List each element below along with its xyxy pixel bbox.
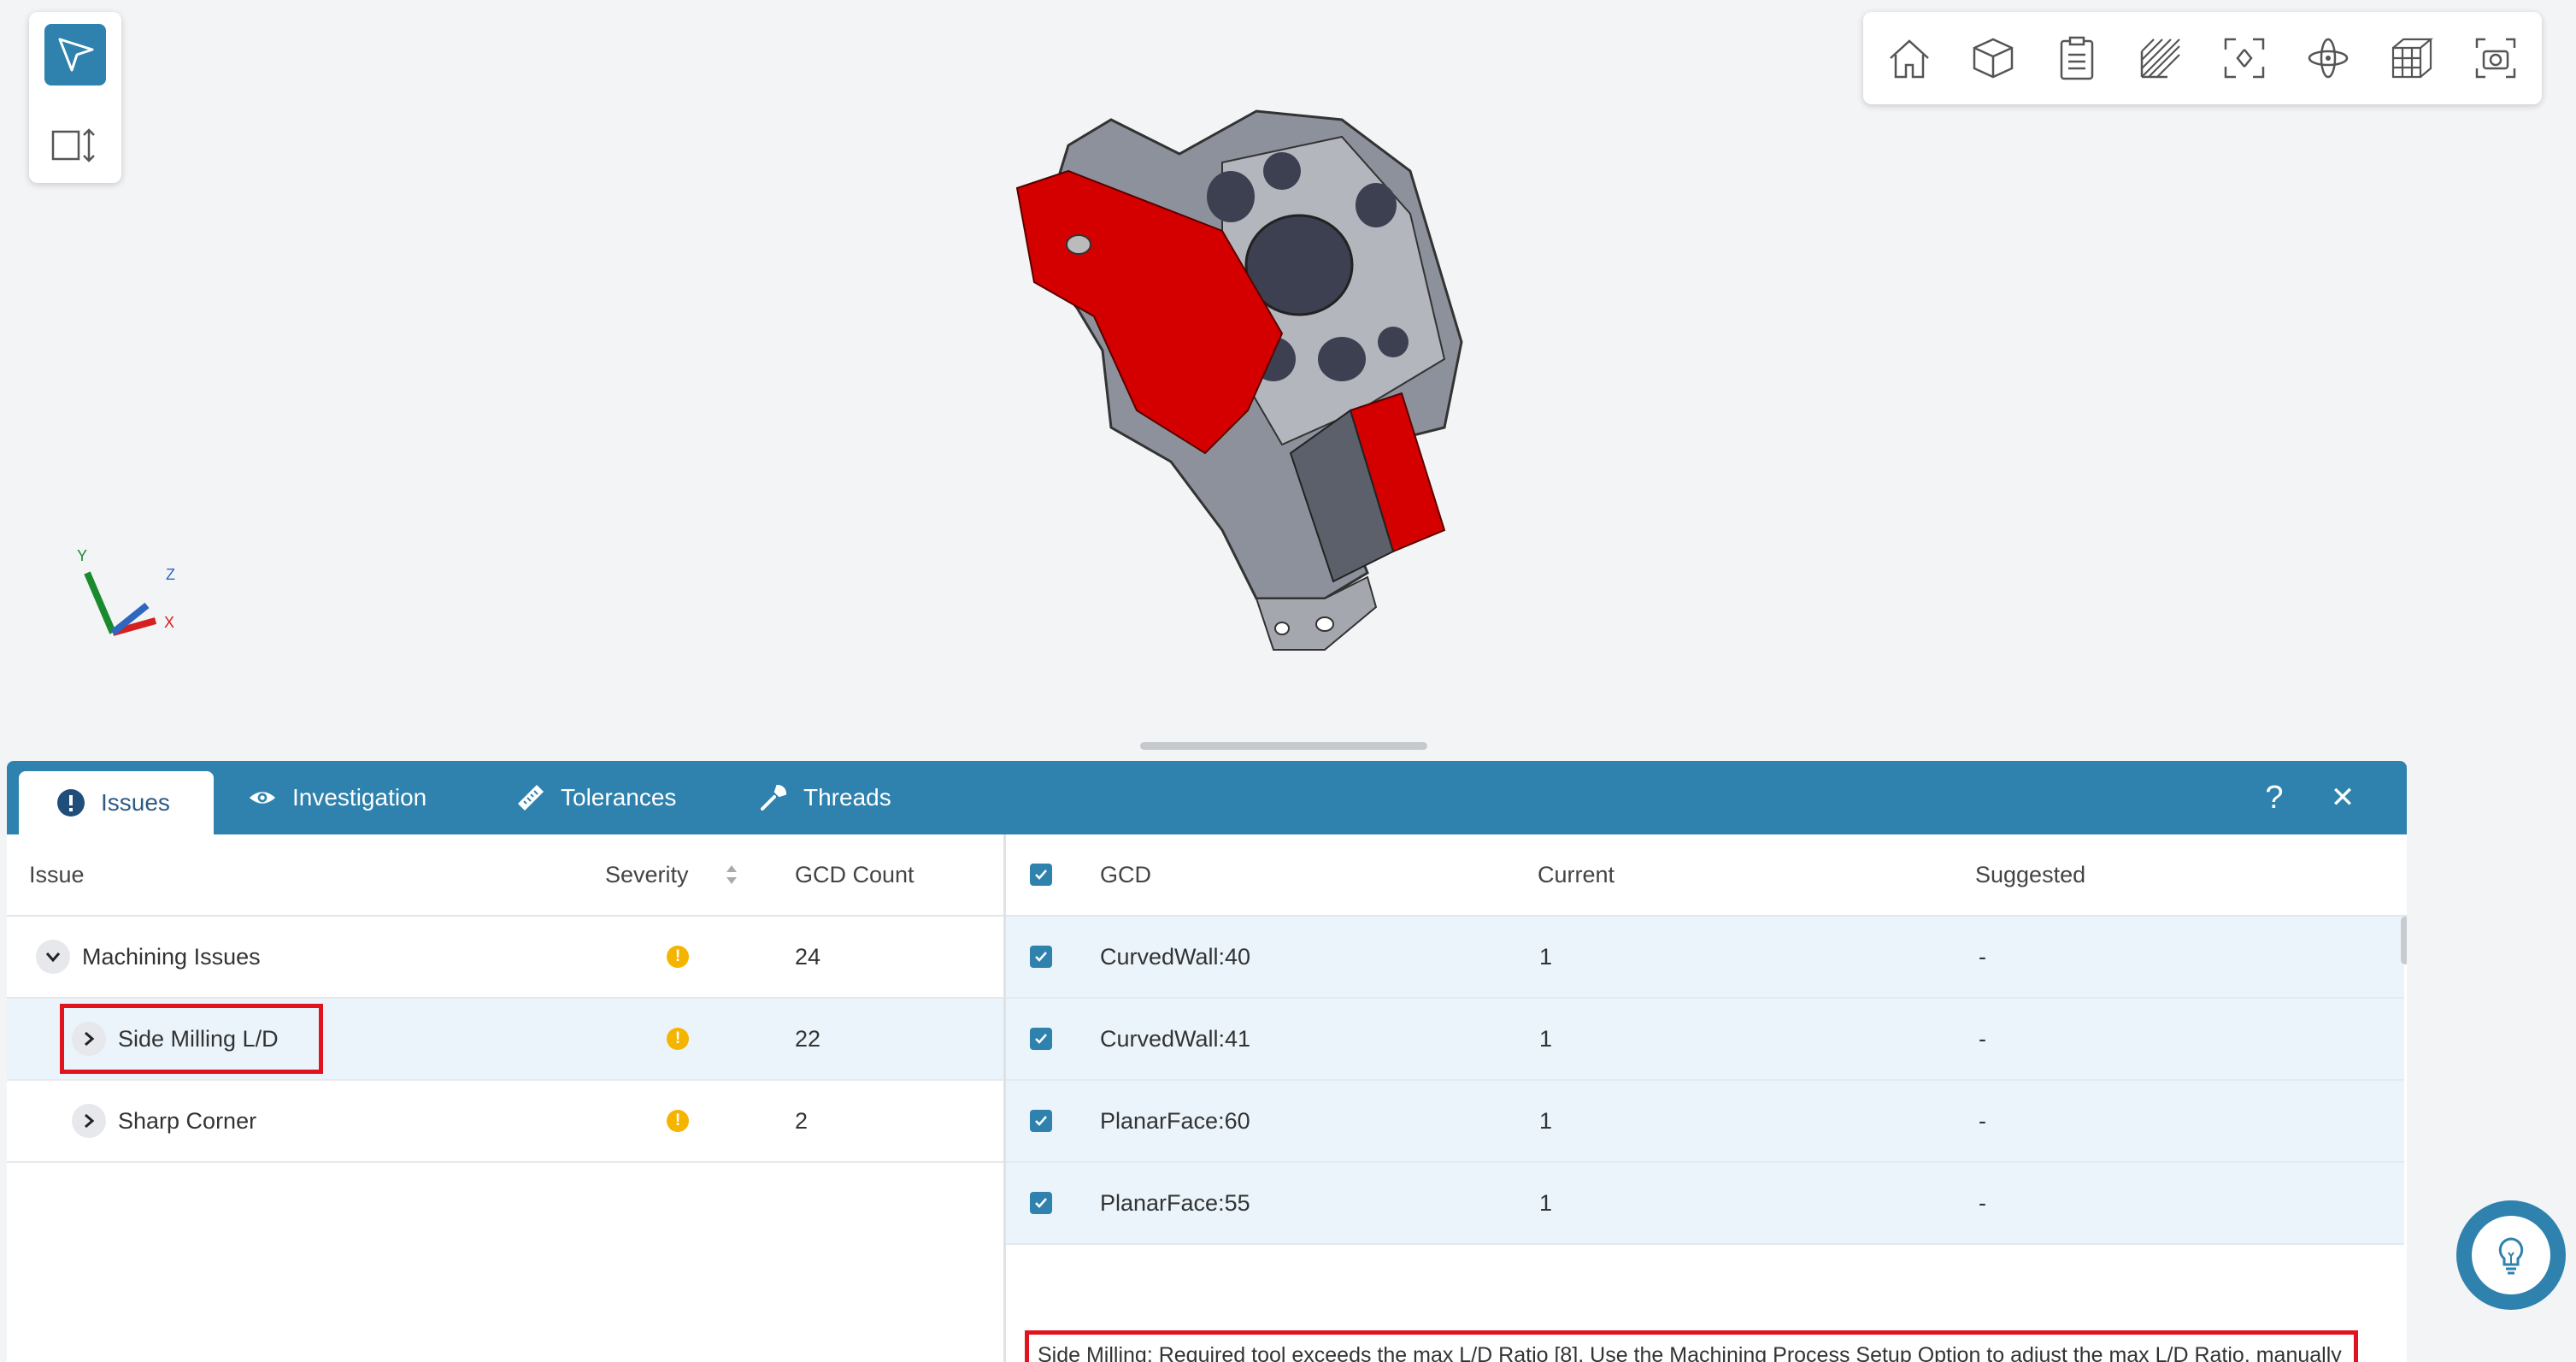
tab-tolerances[interactable]: Tolerances bbox=[516, 761, 676, 834]
home-view-button[interactable] bbox=[1884, 32, 1935, 84]
tab-tolerances-label: Tolerances bbox=[561, 784, 677, 811]
cursor-icon bbox=[58, 38, 94, 72]
column-suggested: Suggested bbox=[1975, 861, 2086, 887]
viewer-left-toolbar bbox=[29, 12, 121, 183]
hatch-icon bbox=[2140, 38, 2180, 79]
viewer-top-toolbar bbox=[1863, 12, 2542, 104]
issue-description: Side Milling: Required tool exceeds the … bbox=[1025, 1330, 2358, 1362]
report-button[interactable] bbox=[2051, 32, 2103, 84]
analysis-panel: Issues Investigation Tolerances Threads … bbox=[7, 761, 2407, 1362]
suggested-value: - bbox=[1979, 1189, 1986, 1216]
gcd-table: GCD Current Suggested CurvedWall:40 1 - … bbox=[1003, 834, 2407, 1362]
suggested-value: - bbox=[1979, 1025, 1986, 1052]
table-row[interactable]: PlanarFace:55 1 - bbox=[1006, 1163, 2404, 1245]
cube-view-button[interactable] bbox=[1967, 32, 2019, 84]
column-current: Current bbox=[1538, 861, 1615, 887]
row-checkbox[interactable] bbox=[1030, 1110, 1052, 1132]
column-severity-label: Severity bbox=[605, 861, 689, 887]
panel-tab-bar: Issues Investigation Tolerances Threads … bbox=[7, 761, 2407, 834]
select-all-checkbox[interactable] bbox=[1030, 864, 1052, 886]
rotate-button[interactable] bbox=[2303, 32, 2354, 84]
tab-investigation[interactable]: Investigation bbox=[248, 761, 426, 834]
row-checkbox[interactable] bbox=[1030, 1192, 1052, 1214]
suggested-value: - bbox=[1979, 1107, 1986, 1134]
gcd-count: 22 bbox=[795, 1025, 821, 1052]
axis-z-label: Z bbox=[166, 566, 175, 583]
clipboard-list-icon bbox=[2060, 36, 2094, 80]
chevron-down-icon[interactable] bbox=[36, 940, 70, 974]
warning-icon: ! bbox=[667, 1110, 689, 1132]
tab-threads-label: Threads bbox=[803, 784, 891, 811]
panel-resize-handle[interactable] bbox=[1140, 742, 1427, 750]
highlight-box bbox=[60, 1004, 323, 1074]
tab-investigation-label: Investigation bbox=[292, 784, 427, 811]
close-panel-button[interactable]: ✕ bbox=[2321, 776, 2364, 819]
gcd-name: CurvedWall:40 bbox=[1100, 943, 1251, 970]
gcd-count: 24 bbox=[795, 943, 821, 970]
current-value: 1 bbox=[1539, 1189, 1553, 1216]
ruler-icon bbox=[516, 783, 545, 812]
table-row[interactable]: CurvedWall:41 1 - bbox=[1006, 999, 2404, 1081]
gcd-name: PlanarFace:60 bbox=[1100, 1107, 1250, 1134]
sort-icon[interactable] bbox=[723, 862, 740, 887]
select-tool-button[interactable] bbox=[44, 24, 106, 85]
table-row[interactable]: Sharp Corner ! 2 bbox=[7, 1081, 1003, 1163]
gcd-table-header: GCD Current Suggested bbox=[1006, 834, 2407, 917]
orbit-icon bbox=[2308, 38, 2349, 79]
issue-name: Sharp Corner bbox=[118, 1107, 257, 1134]
table-row[interactable]: CurvedWall:40 1 - bbox=[1006, 917, 2404, 999]
axis-x-label: X bbox=[164, 614, 174, 631]
row-checkbox[interactable] bbox=[1030, 1028, 1052, 1050]
fit-frame-icon bbox=[2224, 38, 2265, 79]
issue-name: Machining Issues bbox=[82, 943, 261, 970]
column-gcd: GCD bbox=[1100, 861, 1151, 887]
table-row[interactable]: PlanarFace:60 1 - bbox=[1006, 1081, 2404, 1163]
warning-icon: ! bbox=[667, 1028, 689, 1050]
wireframe-button[interactable] bbox=[2386, 32, 2438, 84]
current-value: 1 bbox=[1539, 1107, 1553, 1134]
gcd-name: PlanarFace:55 bbox=[1100, 1189, 1250, 1216]
section-tool-button[interactable] bbox=[44, 120, 106, 171]
issues-table-header: Issue Severity GCD Count bbox=[7, 834, 1003, 917]
tab-issues[interactable]: Issues bbox=[19, 771, 214, 834]
gcd-name: CurvedWall:41 bbox=[1100, 1025, 1251, 1052]
section-view-icon bbox=[51, 128, 95, 162]
tab-issues-label: Issues bbox=[101, 789, 170, 816]
wireframe-cube-icon bbox=[2391, 38, 2434, 79]
wrench-icon bbox=[759, 783, 788, 812]
table-row[interactable]: Machining Issues ! 24 bbox=[7, 917, 1003, 999]
part-model-view[interactable] bbox=[1000, 85, 1479, 667]
home-icon bbox=[1890, 39, 1929, 79]
eye-icon bbox=[248, 783, 277, 812]
column-severity[interactable]: Severity bbox=[605, 834, 740, 915]
axis-triad: Y X Z bbox=[77, 547, 175, 636]
hatch-display-button[interactable] bbox=[2135, 32, 2186, 84]
cube-icon bbox=[1973, 38, 2014, 79]
gcd-count: 2 bbox=[795, 1107, 809, 1134]
help-button[interactable]: ? bbox=[2253, 776, 2296, 819]
axis-y-label: Y bbox=[77, 547, 87, 564]
screenshot-button[interactable] bbox=[2470, 32, 2521, 84]
camera-icon bbox=[2475, 38, 2516, 79]
fit-view-button[interactable] bbox=[2219, 32, 2270, 84]
issues-table: Issue Severity GCD Count Machining Issue… bbox=[7, 834, 1003, 1362]
alert-circle-icon bbox=[56, 788, 85, 817]
chevron-right-icon[interactable] bbox=[72, 1104, 106, 1138]
warning-icon: ! bbox=[667, 946, 689, 968]
tab-threads[interactable]: Threads bbox=[759, 761, 891, 834]
lightbulb-icon bbox=[2498, 1237, 2524, 1275]
current-value: 1 bbox=[1539, 1025, 1553, 1052]
suggested-value: - bbox=[1979, 943, 1986, 970]
assistant-button[interactable] bbox=[2456, 1200, 2566, 1310]
column-issue: Issue bbox=[29, 861, 85, 887]
current-value: 1 bbox=[1539, 943, 1553, 970]
gcd-table-scrollbar[interactable] bbox=[2401, 917, 2407, 964]
column-gcd-count: GCD Count bbox=[795, 861, 915, 887]
row-checkbox[interactable] bbox=[1030, 946, 1052, 968]
